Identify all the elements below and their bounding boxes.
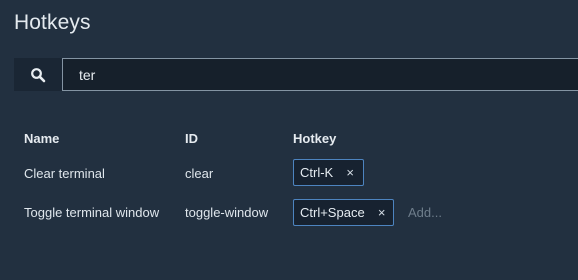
hotkey-id: toggle-window (185, 205, 269, 220)
search-input[interactable] (62, 58, 578, 91)
column-header-hotkey: Hotkey (293, 131, 337, 146)
search-icon (31, 67, 46, 82)
search-icon-button[interactable] (14, 58, 62, 91)
hotkey-chip-label: Ctrl-K (300, 165, 334, 180)
remove-hotkey-button[interactable]: × (371, 205, 393, 220)
column-header-name: Name (24, 131, 60, 146)
hotkeys-page: Hotkeys Name ID Hotkey Clear terminal cl… (0, 0, 578, 280)
hotkey-id: clear (185, 166, 214, 181)
column-header-id: ID (185, 131, 198, 146)
hotkey-name: Clear terminal (24, 166, 105, 181)
page-title: Hotkeys (14, 11, 91, 34)
hotkey-chip-label: Ctrl+Space (300, 205, 365, 220)
hotkey-name: Toggle terminal window (24, 205, 160, 220)
add-hotkey-input[interactable] (400, 199, 500, 226)
hotkey-chip: Ctrl-K × (293, 159, 364, 186)
hotkey-chip: Ctrl+Space × (293, 199, 394, 226)
remove-hotkey-button[interactable]: × (339, 165, 361, 180)
